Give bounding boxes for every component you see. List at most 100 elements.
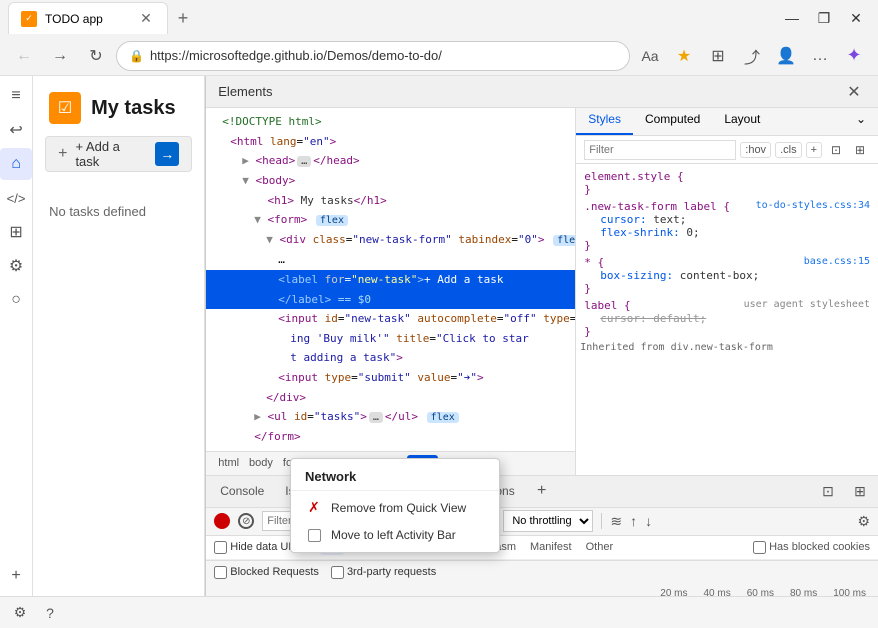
filter-manifest[interactable]: Manifest <box>524 539 578 555</box>
reader-view-button[interactable]: Aa <box>634 40 666 72</box>
sidebar-toggle-icon[interactable]: ≡ <box>0 80 32 112</box>
throttling-select[interactable]: No throttling <box>503 510 593 532</box>
html-line: <html lang="en"> <box>206 132 575 152</box>
address-bar[interactable]: 🔒 https://microsoftedge.github.io/Demos/… <box>116 41 630 71</box>
tab-console[interactable]: Console <box>210 480 274 502</box>
timeline-60ms: 60 ms <box>739 588 782 596</box>
css-more-button[interactable]: ⌄ <box>844 108 878 135</box>
devtools-panel-title: Elements <box>218 84 842 99</box>
tab-favicon: ✓ <box>21 11 37 27</box>
favorites-button[interactable]: ★ <box>668 40 700 72</box>
window-controls-right: — ❐ ✕ <box>778 4 870 32</box>
network-right-icons: ⊡ ⊞ <box>814 477 874 505</box>
undock-button[interactable]: ⊡ <box>814 477 842 505</box>
restore-button[interactable]: ❐ <box>810 4 838 32</box>
favorites-sidebar-icon[interactable]: ↩ <box>0 114 32 146</box>
add-panel-button[interactable]: + <box>530 479 554 503</box>
app-header: ☑ My tasks <box>33 76 204 136</box>
browser-tab[interactable]: ✓ TODO app ✕ <box>8 2 168 34</box>
context-menu-move-to-left[interactable]: Move to left Activity Bar <box>291 522 499 548</box>
add-sidebar-icon[interactable]: + <box>0 560 32 592</box>
css-link1[interactable]: to-do-styles.css:34 <box>756 200 870 211</box>
refresh-button[interactable]: ↻ <box>80 40 112 72</box>
css-panel-tabs: Styles Computed Layout ⌄ <box>576 108 878 136</box>
html-line: <input id="new-task" autocomplete="off" … <box>206 309 575 329</box>
context-menu-remove-from-quick[interactable]: ✗ Remove from Quick View <box>291 493 499 522</box>
app-sidebar: ☑ My tasks + + Add a task → No tasks def… <box>33 76 205 596</box>
css-link2[interactable]: base.css:15 <box>804 256 870 267</box>
tab-close-button[interactable]: ✕ <box>137 10 155 28</box>
breadcrumb-body[interactable]: body <box>245 455 277 471</box>
bottom-help-icon[interactable]: ? <box>38 601 62 625</box>
css-plus-button[interactable]: + <box>806 142 822 158</box>
forward-button[interactable]: → <box>44 40 76 72</box>
tab-styles[interactable]: Styles <box>576 108 633 135</box>
upload-icon[interactable]: ↑ <box>630 513 637 529</box>
record-button[interactable] <box>214 513 230 529</box>
checkbox-empty <box>308 529 321 542</box>
wifi-icon[interactable]: ≋ <box>610 513 622 530</box>
close-button[interactable]: ✕ <box>842 4 870 32</box>
html-panel: <!DOCTYPE html> <html lang="en"> ▶ <head… <box>206 108 576 475</box>
add-task-button[interactable]: + + Add a task → <box>45 136 192 172</box>
remove-from-quick-label: Remove from Quick View <box>331 501 466 515</box>
app-favicon: ☑ <box>58 98 72 118</box>
css-icon2[interactable]: ⊞ <box>850 140 870 160</box>
breadcrumb-html[interactable]: html <box>214 455 243 471</box>
timeline-20ms: 20 ms <box>652 588 695 596</box>
devtools-header: Elements ✕ <box>206 76 878 108</box>
window-controls-left: ✓ TODO app ✕ + <box>8 0 198 36</box>
download-icon[interactable]: ↓ <box>645 513 652 529</box>
has-blocked-cookies-checkbox[interactable]: Has blocked cookies <box>753 541 870 554</box>
home-sidebar-icon[interactable]: ⌂ <box>0 148 32 180</box>
network-settings-icon[interactable]: ⚙ <box>857 513 870 530</box>
minimize-button[interactable]: — <box>778 4 806 32</box>
collections-button[interactable]: ⊞ <box>702 40 734 72</box>
share-button[interactable]: ⤴ <box>736 40 768 72</box>
css-rule-label: label { user agent stylesheet cursor: de… <box>576 297 878 340</box>
collections-sidebar-icon[interactable]: ⊞ <box>0 216 32 248</box>
profile-button[interactable]: 👤 <box>770 40 802 72</box>
lock-icon: 🔒 <box>129 49 144 63</box>
back-button[interactable]: ← <box>8 40 40 72</box>
devtools-sidebar-icon[interactable]: </> <box>0 182 32 214</box>
css-hov-button[interactable]: :hov <box>740 142 771 158</box>
html-line: … <box>206 250 575 270</box>
bottom-settings-icon[interactable]: ⚙ <box>8 601 32 625</box>
css-panel: Styles Computed Layout ⌄ :hov .cls + ⊡ <box>576 108 878 475</box>
css-rule-element: element.style { } <box>576 168 878 198</box>
has-blocked-label: Has blocked cookies <box>769 541 870 553</box>
dock-button[interactable]: ⊞ <box>846 477 874 505</box>
blocked-requests-checkbox[interactable]: Blocked Requests <box>214 566 319 579</box>
css-filter-input[interactable] <box>584 140 736 160</box>
third-party-checkbox[interactable]: 3rd-party requests <box>331 566 436 579</box>
app-title: My tasks <box>91 97 176 120</box>
timeline-80ms: 80 ms <box>782 588 825 596</box>
tab-layout[interactable]: Layout <box>712 108 772 135</box>
title-bar: ✓ TODO app ✕ + — ❐ ✕ <box>0 0 878 36</box>
new-tab-button[interactable]: + <box>168 3 198 33</box>
css-icon1[interactable]: ⊡ <box>826 140 846 160</box>
no-tasks-message: No tasks defined <box>33 184 204 239</box>
html-line-selected[interactable]: <label for="new-task">+ Add a task <box>206 270 575 290</box>
edge-icon: ✦ <box>838 40 870 72</box>
html-line: <h1> My tasks</h1> <box>206 191 575 211</box>
html-line-selected: </label> == $0 <box>206 290 575 310</box>
devtools-close-button[interactable]: ✕ <box>842 80 866 104</box>
filter-other[interactable]: Other <box>580 539 620 555</box>
clear-button[interactable]: ⊘ <box>238 513 254 529</box>
more-button[interactable]: … <box>804 40 836 72</box>
bottom-nav: ⚙ ? <box>0 596 878 628</box>
css-content[interactable]: element.style { } .new-task-form label {… <box>576 164 878 475</box>
add-task-label: + Add a task <box>75 139 147 169</box>
css-rule-new-task: .new-task-form label { to-do-styles.css:… <box>576 198 878 254</box>
third-party-label: 3rd-party requests <box>347 566 436 578</box>
settings-sidebar-icon[interactable]: ⚙ <box>0 250 32 282</box>
html-line: ▼ <div class="new-task-form" tabindex="0… <box>206 230 575 250</box>
tab-computed[interactable]: Computed <box>633 108 712 135</box>
html-line: t adding a task"> <box>206 348 575 368</box>
html-content[interactable]: <!DOCTYPE html> <html lang="en"> ▶ <head… <box>206 108 575 451</box>
move-checkbox-icon <box>305 528 323 542</box>
circle-sidebar-icon[interactable]: ○ <box>0 284 32 316</box>
css-cls-button[interactable]: .cls <box>775 142 802 158</box>
